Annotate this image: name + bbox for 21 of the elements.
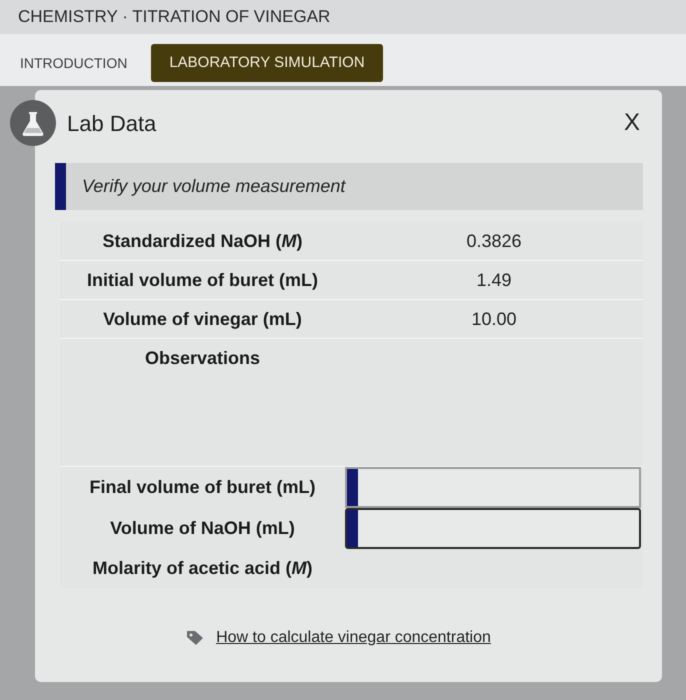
tab[interactable]: INTRODUCTION [20,44,128,82]
input-field[interactable] [345,467,641,508]
row-label: Molarity of acetic acid (M) [92,557,313,580]
row-label: Standardized NaOH (M) [102,230,303,253]
row-value: 10.00 [471,308,517,330]
accent-bar [55,163,66,210]
row-label: Volume of vinegar (mL) [103,308,302,331]
tab[interactable]: LABORATORY SIMULATION [151,44,383,82]
tag-icon [186,630,204,646]
row-value: 1.49 [476,268,512,292]
row-label: Observations [144,347,260,370]
panel-title: Lab Data [67,110,156,138]
row-label: Final volume of buret (mL) [89,476,316,499]
breadcrumb: CHEMISTRY · TITRATION OF VINEGAR [18,6,330,28]
close-button[interactable]: X [622,105,642,141]
row-label: Volume of NaOH (mL) [110,517,295,540]
help-link[interactable]: How to calculate vinegar concentration [216,626,491,650]
row-value: 0.3826 [466,230,522,252]
row-label: Initial volume of buret (mL) [86,268,318,292]
instruction-text: Verify your volume measurement [82,175,346,198]
input-field[interactable] [345,508,641,549]
